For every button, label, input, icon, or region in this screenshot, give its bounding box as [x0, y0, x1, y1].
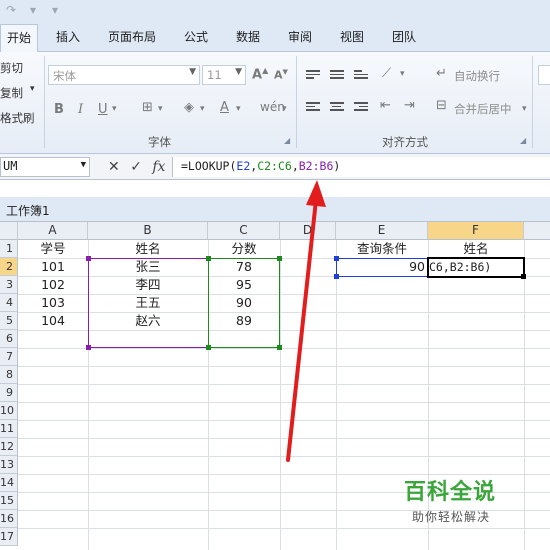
annotation-arrow	[286, 180, 326, 462]
watermark-logo: 百科全说 助你轻松解决	[404, 474, 496, 525]
watermark-title: 百科全说	[404, 480, 497, 505]
watermark-subtitle: 助你轻松解决	[412, 510, 491, 524]
arrow-shaft	[286, 198, 318, 462]
arrow-head	[306, 180, 326, 207]
